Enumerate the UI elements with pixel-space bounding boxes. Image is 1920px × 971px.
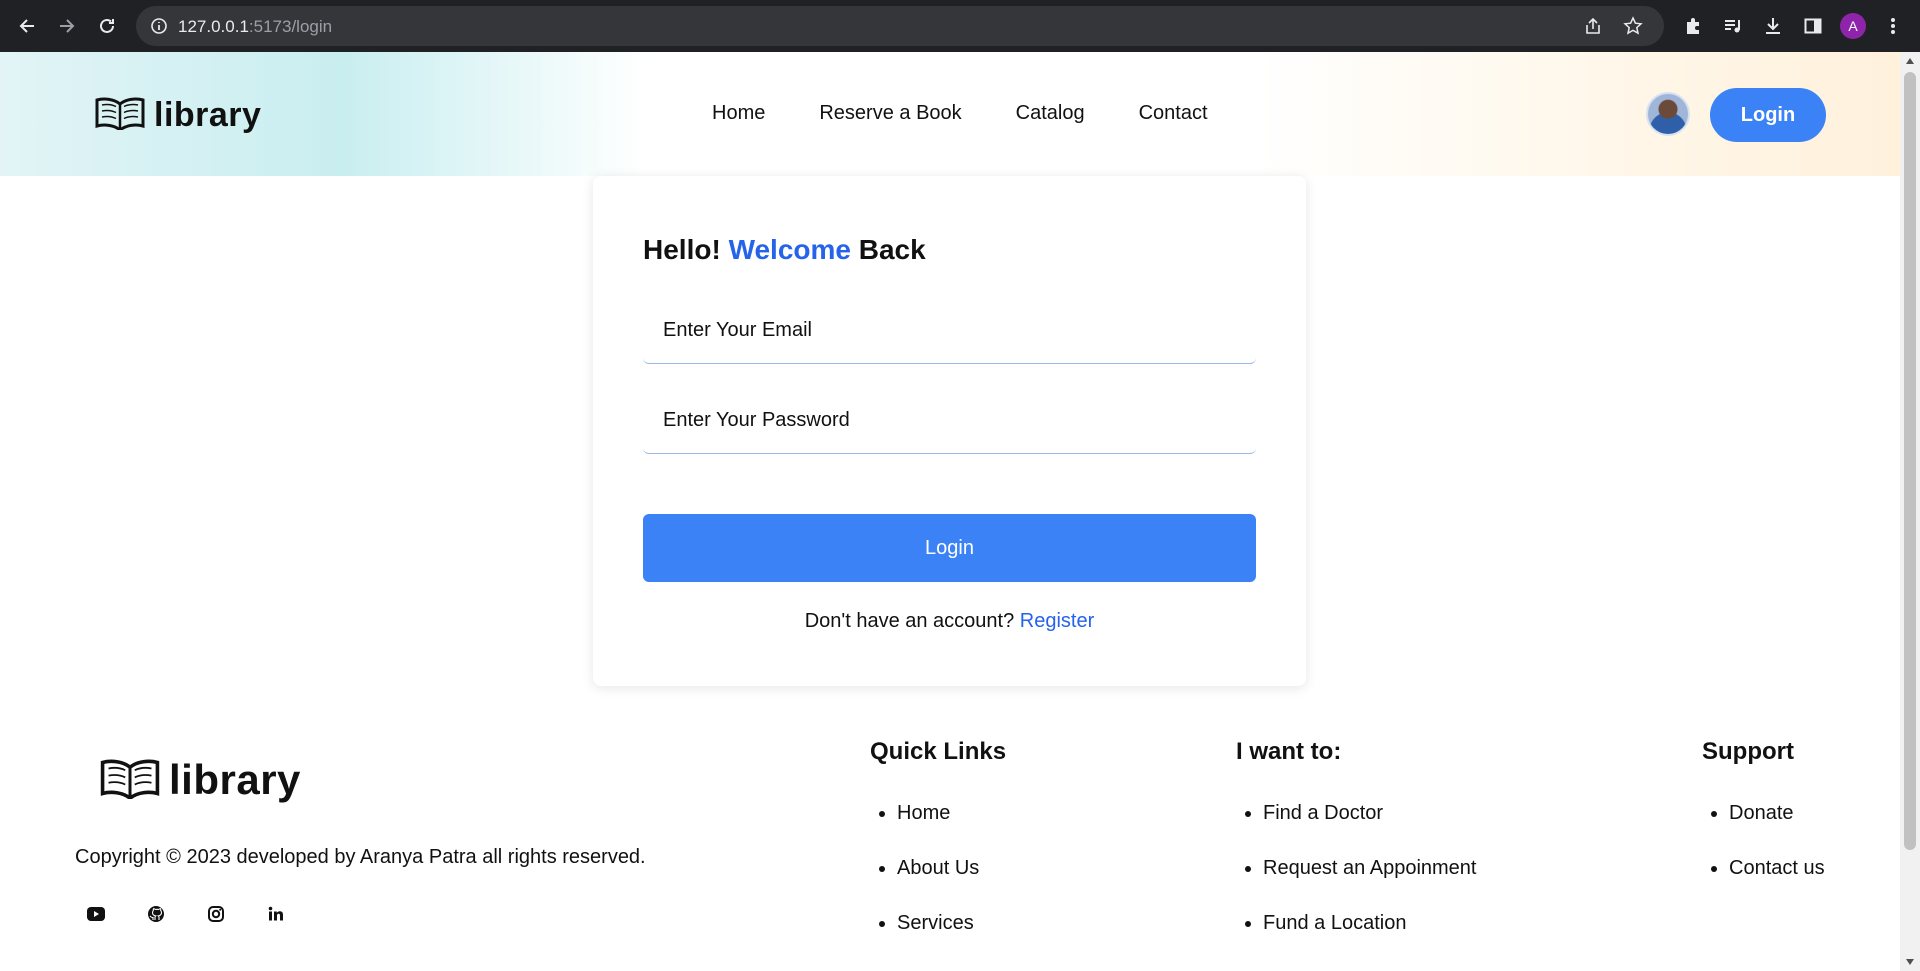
instagram-icon[interactable] (206, 904, 226, 924)
login-title: Hello! Welcome Back (643, 234, 926, 265)
side-panel-icon[interactable] (1800, 13, 1826, 39)
main-nav: Home Reserve a Book Catalog Contact (712, 102, 1208, 125)
reload-icon[interactable] (94, 13, 120, 39)
open-book-icon (99, 757, 161, 804)
nav-home[interactable]: Home (712, 102, 765, 125)
login-submit-button[interactable]: Login (643, 514, 1256, 582)
footer-link-services[interactable]: Services (897, 912, 1006, 967)
share-icon[interactable] (1580, 13, 1606, 39)
login-card: Hello! Welcome Back Login Don't have an … (593, 176, 1306, 686)
profile-avatar[interactable]: A (1840, 13, 1866, 39)
footer-link-request-appointment[interactable]: Request an Appoinment (1263, 857, 1477, 912)
footer-link-about-us[interactable]: About Us (897, 857, 1006, 912)
site-info-icon[interactable] (150, 17, 168, 35)
nav-contact[interactable]: Contact (1139, 102, 1208, 125)
open-book-icon (94, 96, 146, 135)
footer-link-find-a-doctor[interactable]: Find a Doctor (1263, 802, 1477, 857)
media-controls-icon[interactable] (1720, 13, 1746, 39)
github-icon[interactable] (146, 904, 166, 924)
address-bar[interactable]: 127.0.0.1:5173/login (136, 6, 1664, 46)
browser-toolbar: 127.0.0.1:5173/login A (0, 0, 1920, 52)
page-viewport: library Home Reserve a Book Catalog Cont… (0, 52, 1900, 971)
footer-link-home[interactable]: Home (897, 802, 1006, 857)
footer-i-want-to: I want to: Find a Doctor Request an Appo… (1236, 738, 1477, 967)
nav-reserve-a-book[interactable]: Reserve a Book (819, 102, 961, 125)
scroll-down-arrow-icon[interactable] (1906, 959, 1914, 965)
quick-links-heading: Quick Links (870, 738, 1007, 765)
footer-quick-links: Quick Links Home About Us Services (870, 738, 1006, 967)
register-prompt: Don't have an account? Register (804, 610, 1095, 632)
linkedin-icon[interactable] (266, 904, 286, 924)
download-icon[interactable] (1760, 13, 1786, 39)
scrollbar-thumb[interactable] (1904, 72, 1916, 850)
scroll-up-arrow-icon[interactable] (1906, 58, 1914, 64)
logo-text: library (154, 96, 262, 134)
header-login-button[interactable]: Login (1710, 88, 1826, 142)
nav-catalog[interactable]: Catalog (1016, 102, 1085, 125)
email-field[interactable] (643, 298, 1256, 364)
support-heading: Support (1702, 738, 1794, 765)
browser-menu-icon[interactable] (1880, 13, 1906, 39)
copyright-text: Copyright © 2023 developed by Aranya Pat… (75, 846, 646, 868)
bookmark-star-icon[interactable] (1620, 13, 1646, 39)
footer-link-donate[interactable]: Donate (1729, 802, 1825, 857)
footer-link-fund-a-location[interactable]: Fund a Location (1263, 912, 1477, 967)
footer-link-contact-us[interactable]: Contact us (1729, 857, 1825, 912)
social-links (86, 904, 286, 924)
extensions-icon[interactable] (1680, 13, 1706, 39)
user-avatar[interactable] (1646, 92, 1690, 136)
header-logo[interactable]: library (94, 96, 261, 135)
url-text: 127.0.0.1:5173/login (178, 17, 333, 36)
youtube-icon[interactable] (86, 904, 106, 924)
footer-logo[interactable]: library (99, 756, 301, 804)
footer-support: Support Donate Contact us (1702, 738, 1825, 912)
site-header: library Home Reserve a Book Catalog Cont… (0, 52, 1900, 176)
i-want-to-heading: I want to: (1236, 738, 1342, 765)
forward-arrow-icon[interactable] (54, 13, 80, 39)
page-scrollbar[interactable] (1900, 52, 1920, 971)
footer-logo-text: library (169, 756, 301, 803)
back-arrow-icon[interactable] (14, 13, 40, 39)
register-link[interactable]: Register (1020, 610, 1094, 632)
password-field[interactable] (643, 388, 1256, 454)
